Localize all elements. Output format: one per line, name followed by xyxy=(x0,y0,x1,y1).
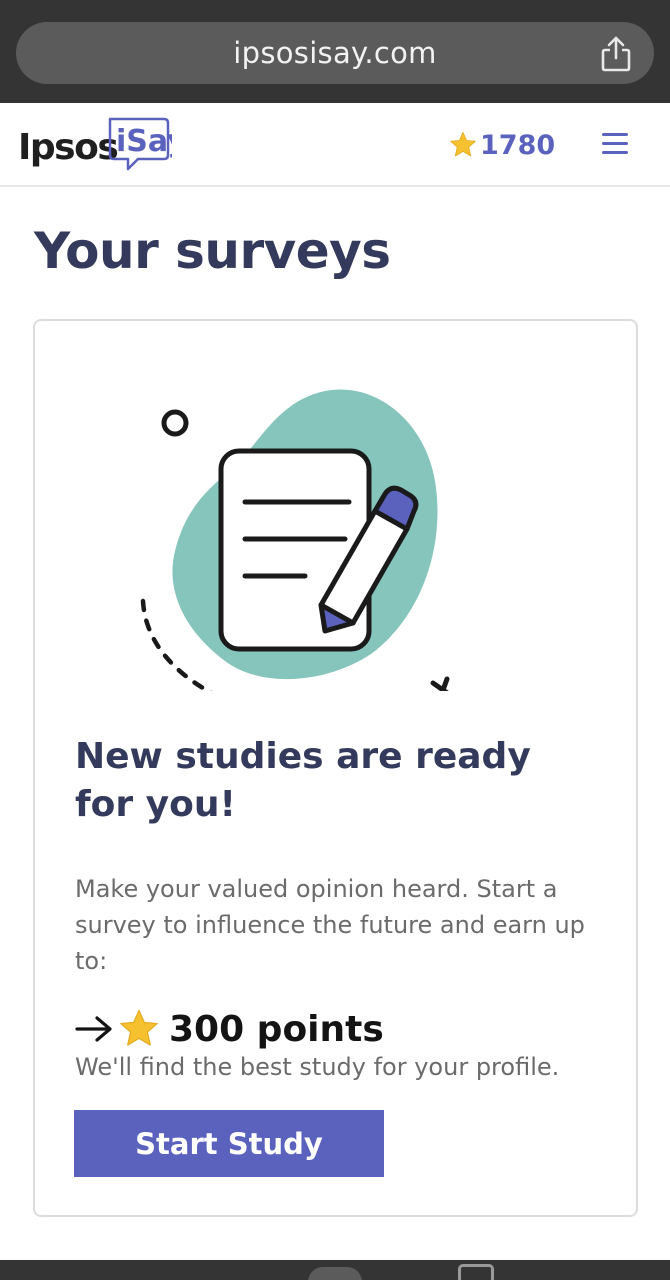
hamburger-menu-icon[interactable] xyxy=(602,133,628,157)
decor-x-mark xyxy=(430,676,450,691)
logo-wordmark: Ipsos xyxy=(18,127,119,168)
toolbar-button[interactable] xyxy=(308,1267,362,1280)
survey-document-pencil-illustration xyxy=(140,389,450,691)
share-icon[interactable] xyxy=(600,36,632,72)
bottom-browser-toolbar xyxy=(0,1260,670,1280)
card-description: Make your valued opinion heard. Start a … xyxy=(75,875,585,975)
reward-points: 300 points xyxy=(169,1008,384,1050)
ipsos-isay-logo[interactable]: Ipsos iSay xyxy=(18,115,178,175)
logo-badge-text: iSay xyxy=(116,124,172,159)
start-study-button[interactable]: Start Study xyxy=(74,1110,384,1177)
address-bar[interactable]: ipsosisay.com xyxy=(16,22,654,84)
card-heading: New studies are ready for you! xyxy=(75,736,531,825)
site-header: Ipsos iSay 1780 xyxy=(0,103,670,187)
arrow-right-icon xyxy=(75,1016,112,1042)
url-text[interactable]: ipsosisay.com xyxy=(16,22,654,84)
points-value: 1780 xyxy=(480,129,556,161)
decor-circle xyxy=(161,409,189,437)
card-note: We'll find the best study for your profi… xyxy=(75,1053,560,1081)
points-balance[interactable]: 1780 xyxy=(448,125,555,165)
browser-toolbar: ipsosisay.com xyxy=(0,0,670,103)
tabs-icon[interactable] xyxy=(458,1264,494,1280)
star-icon xyxy=(450,131,476,157)
reward-row: 300 points xyxy=(75,1004,384,1054)
survey-card: New studies are ready for you! Make your… xyxy=(33,319,638,1217)
logo-speech-bubble-icon: iSay xyxy=(108,117,172,171)
page-title: Your surveys xyxy=(34,222,391,280)
star-icon xyxy=(120,1009,158,1046)
